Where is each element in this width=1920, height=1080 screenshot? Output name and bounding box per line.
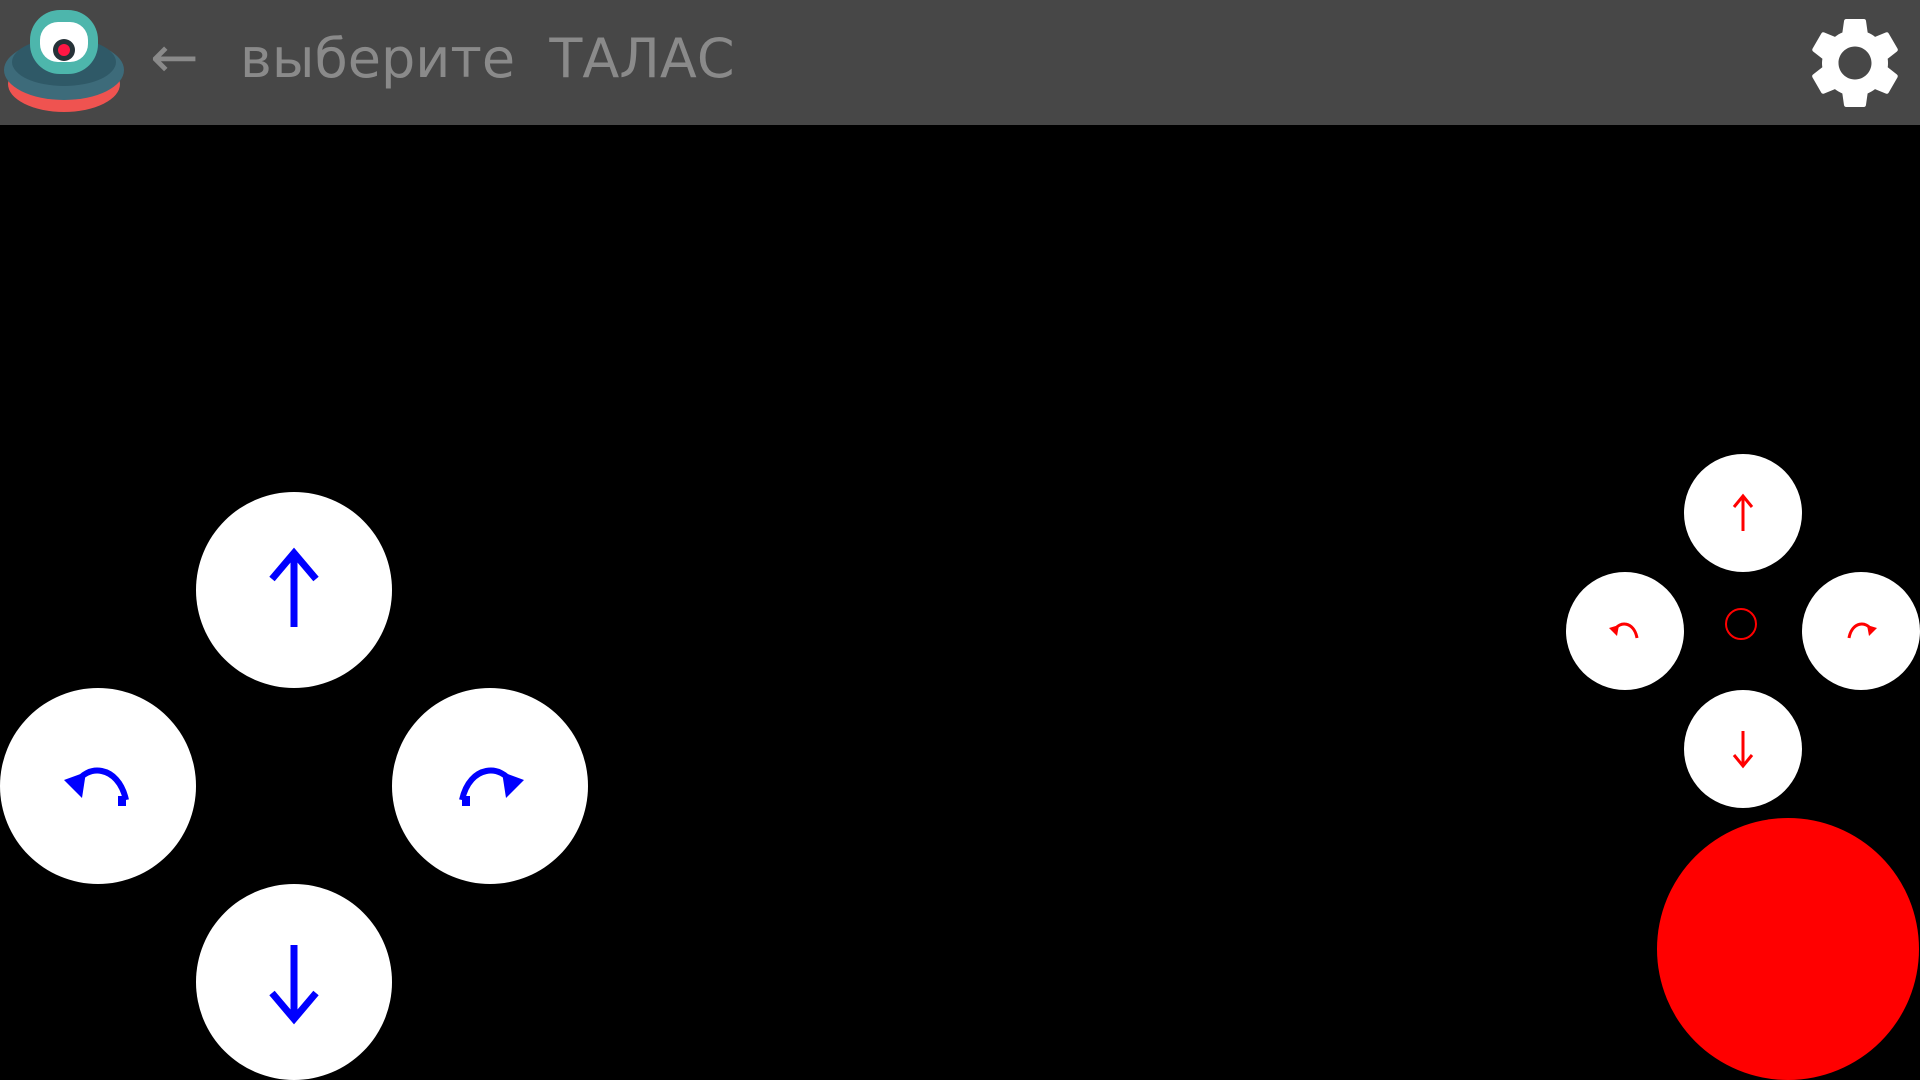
record-button[interactable]	[1657, 818, 1919, 1080]
rotate-right-button[interactable]	[1802, 572, 1920, 690]
down-button[interactable]	[1684, 690, 1802, 808]
rotate-right-icon	[1847, 622, 1877, 639]
arrow-down-icon	[1732, 731, 1754, 769]
app-root: ← выберите ТАЛАС	[0, 0, 1920, 1080]
arrow-up-icon	[1732, 493, 1754, 531]
arrow-up-icon	[269, 547, 319, 627]
circle-icon[interactable]	[1725, 608, 1757, 640]
up-button[interactable]	[1684, 454, 1802, 572]
turn-right-button[interactable]	[392, 688, 588, 884]
page-title[interactable]: выберите ТАЛАС	[240, 24, 735, 94]
forward-button[interactable]	[196, 492, 392, 688]
arrow-down-icon	[269, 945, 319, 1025]
rotate-right-icon	[459, 767, 524, 806]
app-logo-icon[interactable]	[2, 4, 124, 112]
rotate-left-button[interactable]	[1566, 572, 1684, 690]
rotate-left-icon	[1609, 622, 1639, 639]
backward-button[interactable]	[196, 884, 392, 1080]
gear-icon[interactable]	[1800, 8, 1910, 118]
back-arrow-icon[interactable]: ←	[150, 22, 210, 92]
turn-left-button[interactable]	[0, 688, 196, 884]
top-bar: ← выберите ТАЛАС	[0, 0, 1920, 125]
rotate-left-icon	[64, 767, 129, 806]
